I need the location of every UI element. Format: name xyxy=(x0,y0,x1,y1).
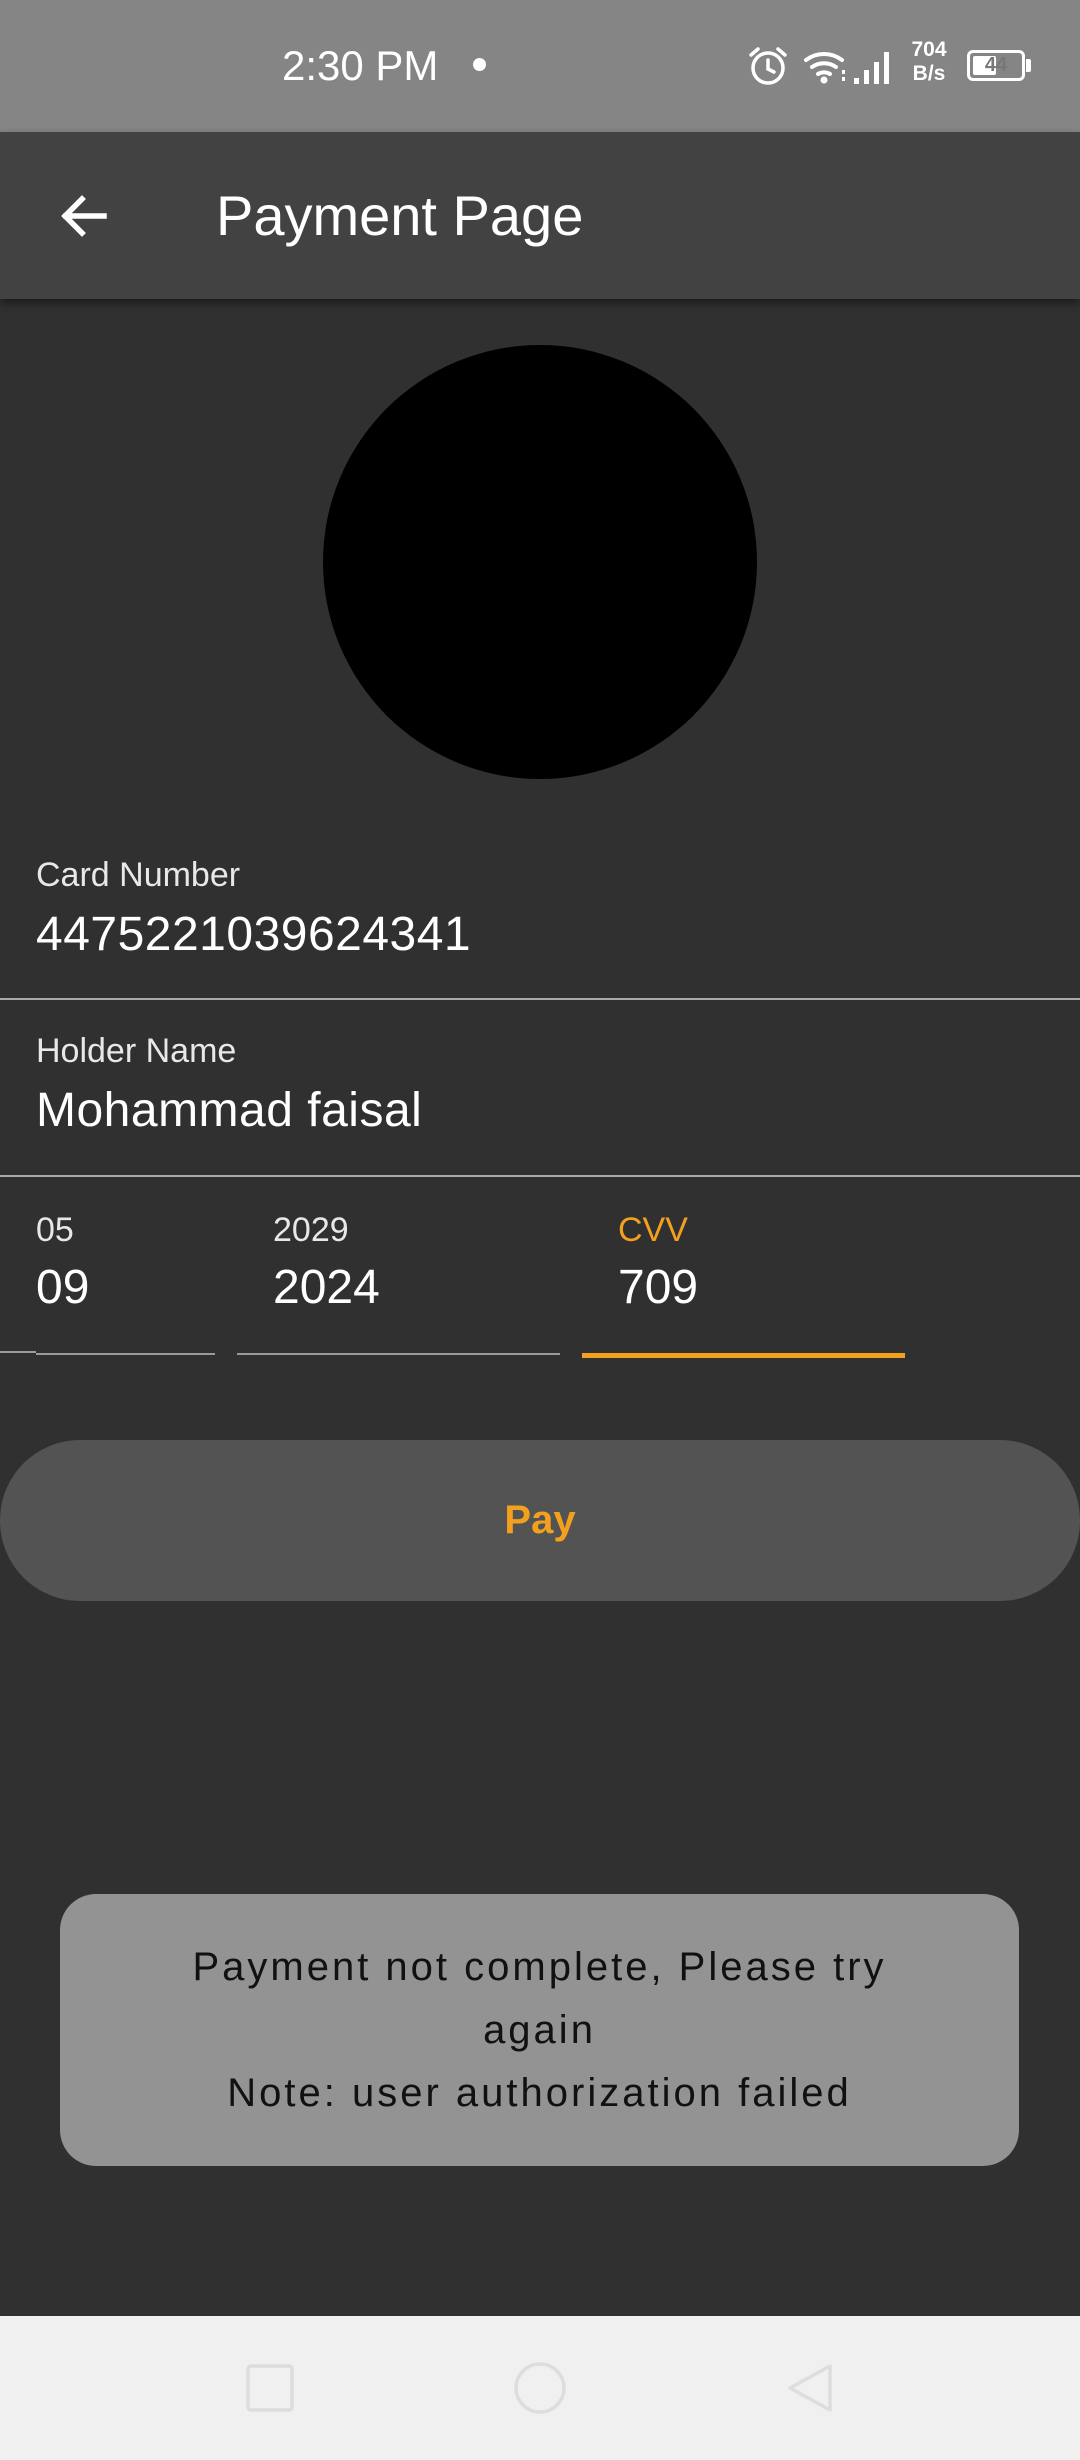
cvv-value[interactable]: 709 xyxy=(618,1260,698,1316)
arrow-left-icon xyxy=(61,195,107,237)
cvv-label: CVV xyxy=(618,1211,688,1249)
back-icon xyxy=(788,2364,832,2412)
card-image xyxy=(323,345,757,779)
system-back-button[interactable] xyxy=(774,2352,846,2424)
expiry-year-value[interactable]: 2024 xyxy=(273,1260,380,1316)
card-number-field[interactable]: Card Number 4475221039624341 xyxy=(0,840,1080,1000)
recents-icon xyxy=(246,2364,294,2412)
wifi-icon xyxy=(804,52,845,84)
holder-name-field[interactable]: Holder Name Mohammad faisal xyxy=(0,1000,1080,1177)
status-time: 2:30 PM xyxy=(282,42,439,89)
toast-line-3: Note: user authorization failed xyxy=(227,2070,852,2115)
cvv-field[interactable]: CVV 709 xyxy=(582,1210,905,1358)
page-title: Payment Page xyxy=(216,184,584,247)
toast-line-1: Payment not complete, Please try xyxy=(192,1944,887,1989)
error-toast: Payment not complete, Please try again N… xyxy=(60,1894,1019,2166)
expiry-month-label: 05 xyxy=(36,1211,74,1249)
card-number-label: Card Number xyxy=(36,856,241,894)
expiry-year-field[interactable]: 2029 2024 xyxy=(237,1210,560,1355)
home-button[interactable] xyxy=(504,2352,576,2424)
notification-dot xyxy=(473,58,486,71)
network-speed: 704 B/s xyxy=(906,38,952,86)
signal-icon xyxy=(854,52,889,84)
alarm-icon xyxy=(749,47,787,85)
battery-icon: 44 xyxy=(967,50,1025,81)
back-button[interactable] xyxy=(40,172,128,260)
pay-button-label: Pay xyxy=(504,1498,576,1542)
app-bar: Payment Page xyxy=(0,132,1080,299)
expiry-month-field[interactable]: 05 09 xyxy=(36,1210,215,1355)
card-number-value[interactable]: 4475221039624341 xyxy=(36,907,471,963)
recents-button[interactable] xyxy=(234,2352,306,2424)
toast-line-2: again xyxy=(483,2007,596,2052)
network-speed-value: 704 xyxy=(911,38,947,61)
navigation-bar xyxy=(0,2316,1080,2460)
home-icon xyxy=(514,2362,566,2414)
holder-name-label: Holder Name xyxy=(36,1032,237,1070)
battery-level-text: 44 xyxy=(984,54,1008,76)
expiry-year-label: 2029 xyxy=(273,1211,349,1249)
network-speed-unit: B/s xyxy=(912,62,946,85)
holder-name-value[interactable]: Mohammad faisal xyxy=(36,1083,422,1139)
pay-button[interactable]: Pay xyxy=(0,1440,1080,1601)
status-bar: 2:30 PM 704 B/s 44 xyxy=(0,0,1080,132)
battery-tip xyxy=(1026,59,1031,72)
expiry-month-value[interactable]: 09 xyxy=(36,1260,89,1316)
expiry-month-underline-extension xyxy=(0,1351,36,1353)
